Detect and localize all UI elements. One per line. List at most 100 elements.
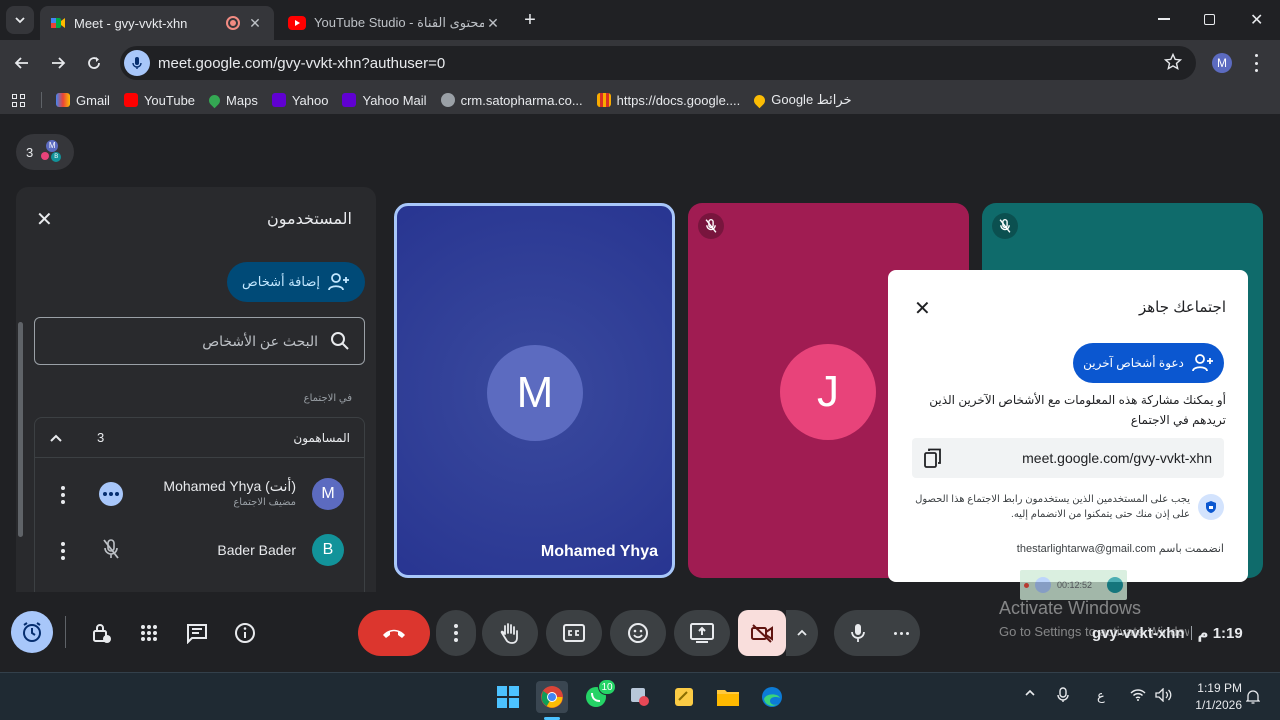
file-explorer-taskbar-icon[interactable]: [712, 681, 744, 713]
mic-options-button[interactable]: [882, 610, 920, 656]
mic-off-icon: [698, 213, 724, 239]
avatar: M: [312, 478, 344, 510]
record-dot-icon: [1024, 582, 1029, 588]
notifications-icon[interactable]: [1246, 689, 1260, 705]
language-indicator[interactable]: ع: [1097, 688, 1105, 704]
timer-button[interactable]: [11, 611, 53, 653]
security-note: يجب على المستخدمين الذين يستخدمون رابط ا…: [912, 492, 1224, 522]
search-people-field[interactable]: البحث عن الأشخاص: [34, 317, 365, 365]
present-screen-button[interactable]: [674, 610, 730, 656]
tab-title: YouTube Studio - محتوى القناة: [314, 15, 484, 30]
reload-button[interactable]: [80, 49, 108, 77]
show-hidden-icons-chevron[interactable]: [1024, 689, 1036, 697]
video-tile-self[interactable]: M Mohamed Yhya: [394, 203, 675, 578]
add-person-icon: [1192, 354, 1214, 372]
meeting-details: gvy-vvkt-xhn 1:19 م: [1092, 624, 1243, 643]
participant-row: Mohamed Yhya (أنت) مضيف الاجتماع M: [35, 466, 364, 522]
youtube-icon: [123, 93, 138, 107]
edge-taskbar-icon[interactable]: [756, 681, 788, 713]
start-button[interactable]: [492, 681, 524, 713]
participant-name: Mohamed Yhya (أنت): [163, 478, 296, 494]
activities-button[interactable]: [126, 610, 172, 656]
bookmark-crm[interactable]: crm.satopharma.co...: [440, 93, 583, 108]
camera-options-chevron[interactable]: [786, 610, 818, 656]
close-tab-icon[interactable]: ✕: [484, 14, 502, 32]
yahoo-mail-icon: [342, 93, 357, 107]
panel-scrollbar[interactable]: [18, 322, 23, 537]
mic-permission-icon[interactable]: [124, 50, 150, 76]
volume-icon[interactable]: [1155, 688, 1173, 702]
browser-menu-icon[interactable]: [1252, 54, 1260, 72]
tab-youtube-studio[interactable]: YouTube Studio - محتوى القناة ✕: [278, 6, 512, 40]
wifi-icon[interactable]: [1130, 689, 1146, 701]
bookmark-maps[interactable]: Maps: [206, 92, 258, 108]
recording-indicator-icon: [226, 16, 240, 30]
more-options-icon[interactable]: [61, 486, 65, 504]
meeting-code: gvy-vvkt-xhn: [1092, 624, 1185, 642]
more-options-icon[interactable]: [61, 542, 65, 560]
taskbar-clock[interactable]: 1:19 PM 1/1/2026: [1186, 681, 1242, 712]
invite-others-button[interactable]: دعوة أشخاص آخرين: [1073, 343, 1224, 383]
pause-icon[interactable]: [1035, 577, 1051, 593]
contributors-group-header[interactable]: 3 المساهمون: [35, 418, 364, 458]
chrome-taskbar-icon[interactable]: [536, 681, 568, 713]
bookmark-yahoo-mail[interactable]: Yahoo Mail: [342, 93, 427, 108]
collapse-chevron-icon[interactable]: [49, 433, 63, 443]
whatsapp-taskbar-icon[interactable]: 10: [580, 679, 616, 713]
close-panel-icon[interactable]: ✕: [36, 207, 53, 232]
captions-button[interactable]: [546, 610, 602, 656]
bookmark-star-icon[interactable]: [1164, 53, 1182, 71]
recording-widget[interactable]: 00:12:52: [1020, 570, 1127, 600]
meet-call-area: 3 M B ✕ المستخدمون إضافة أشخاص البحث عن …: [0, 114, 1280, 672]
raise-hand-button[interactable]: [482, 610, 538, 656]
restore-button[interactable]: [1204, 14, 1215, 25]
meeting-link-box[interactable]: meet.google.com/gvy-vvkt-xhn: [912, 438, 1224, 478]
chevron-down-icon: [14, 14, 26, 26]
minimize-button[interactable]: [1158, 18, 1170, 20]
more-options-button[interactable]: [436, 610, 476, 656]
leave-call-button[interactable]: [358, 610, 430, 656]
add-people-button[interactable]: إضافة أشخاص: [227, 262, 365, 302]
url-text: meet.google.com/gvy-vvkt-xhn?authuser=0: [158, 54, 446, 72]
close-window-button[interactable]: ✕: [1250, 10, 1263, 30]
bookmark-youtube[interactable]: YouTube: [123, 93, 195, 108]
bookmark-yahoo[interactable]: Yahoo: [271, 93, 328, 108]
bookmark-docs[interactable]: https://docs.google....: [596, 93, 740, 108]
joined-as-text: انضممت باسم thestarlightarwa@gmail.com: [1016, 543, 1224, 555]
camera-off-button[interactable]: [738, 610, 786, 656]
host-controls-button[interactable]: [78, 610, 124, 656]
bookmark-google-maps[interactable]: Google خرائط: [751, 92, 852, 108]
snipping-tool-taskbar-icon[interactable]: [624, 681, 656, 713]
avatar: B: [312, 534, 344, 566]
tab-meet[interactable]: Meet - gvy-vvkt-xhn ✕: [40, 6, 274, 40]
address-bar[interactable]: meet.google.com/gvy-vvkt-xhn?authuser=0: [120, 46, 1196, 80]
close-tab-icon[interactable]: ✕: [246, 14, 264, 32]
shield-lock-icon: [1198, 494, 1224, 520]
controls-divider: [65, 616, 66, 648]
copy-link-icon[interactable]: [924, 448, 942, 468]
bookmark-gmail[interactable]: Gmail: [56, 93, 110, 108]
search-icon: [330, 331, 350, 351]
microphone-button[interactable]: [834, 610, 882, 656]
tab-search-button[interactable]: [6, 6, 34, 34]
bookmarks-bar: Gmail YouTube Maps Yahoo Yahoo Mail crm.…: [0, 86, 1280, 114]
new-tab-button[interactable]: +: [520, 10, 540, 30]
microphone-tray-icon[interactable]: [1057, 687, 1069, 703]
profile-avatar[interactable]: M: [1212, 53, 1232, 73]
forward-button[interactable]: [44, 49, 72, 77]
grid-favicon-icon: [596, 93, 611, 107]
notification-badge: 10: [598, 679, 616, 695]
sticky-notes-taskbar-icon[interactable]: [668, 681, 700, 713]
reactions-button[interactable]: [610, 610, 666, 656]
maps-pin-icon: [751, 92, 768, 108]
activate-windows-title: Activate Windows: [999, 598, 1142, 618]
stop-icon[interactable]: [1107, 577, 1123, 593]
participant-count-pill[interactable]: 3 M B: [16, 134, 74, 170]
back-button[interactable]: [8, 49, 36, 77]
apps-grid-icon[interactable]: [12, 93, 25, 107]
participant-role: مضيف الاجتماع: [233, 497, 296, 508]
chat-button[interactable]: [174, 610, 220, 656]
tab-title: Meet - gvy-vvkt-xhn: [74, 15, 188, 31]
meeting-info-button[interactable]: [222, 610, 268, 656]
close-dialog-icon[interactable]: ✕: [914, 296, 931, 321]
